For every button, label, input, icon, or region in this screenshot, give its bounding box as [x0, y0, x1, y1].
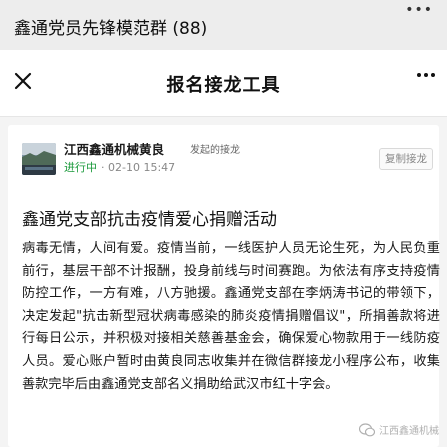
initiated-label: 发起的接龙 [190, 145, 240, 156]
wechat-logo-icon [359, 422, 375, 436]
chat-header: 鑫通党员先锋模范群 (88) ••• [0, 0, 447, 50]
status-badge: 进行中 [64, 161, 97, 174]
copy-button[interactable]: 复制接龙 [379, 148, 433, 170]
miniprogram-title: 报名接龙工具 [166, 75, 281, 96]
activity-title: 鑫通党支部抗击疫情爱心捐赠活动 [22, 210, 277, 230]
post-date: · 02-10 15:47 [101, 161, 176, 174]
watermark: 江西鑫通机械 [359, 422, 439, 437]
status-line: 进行中 · 02-10 15:47 [64, 159, 175, 175]
activity-description: 病毒无情，人间有爱。疫情当前，一线医护人员无论生死，为人民负重前行，基层干部不计… [22, 241, 440, 392]
avatar[interactable] [22, 143, 56, 175]
more-dots-icon[interactable]: ••• [405, 2, 433, 18]
chat-title: 鑫通党员先锋模范群 (88) [14, 19, 208, 39]
miniprogram-header: 报名接龙工具 [0, 50, 447, 117]
author-name[interactable]: 江西鑫通机械黄良 [64, 139, 164, 158]
more-dots-icon[interactable] [417, 73, 435, 77]
watermark-text: 江西鑫通机械 [379, 426, 439, 437]
